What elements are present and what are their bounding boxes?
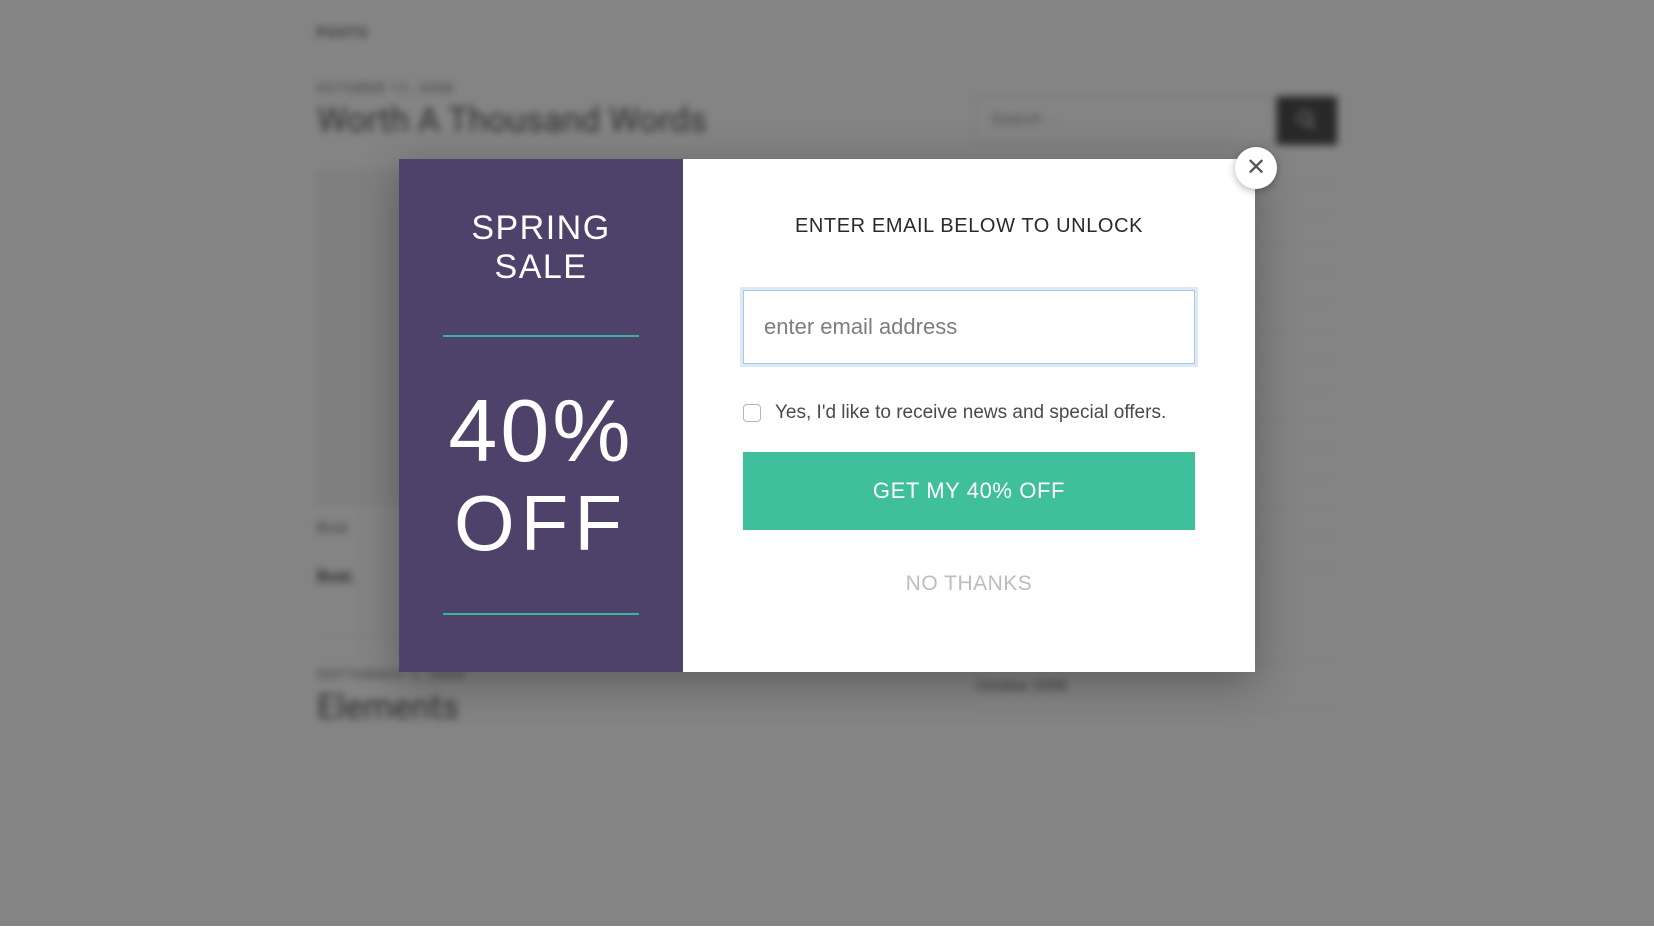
optin-checkbox[interactable]: [743, 404, 761, 422]
sale-rule-top: [443, 335, 639, 337]
email-input[interactable]: [743, 290, 1195, 364]
sale-off: OFF: [448, 483, 633, 565]
optin-label[interactable]: Yes, I'd like to receive news and specia…: [775, 402, 1166, 424]
sale-percent: 40%: [448, 385, 633, 477]
get-offer-button[interactable]: GET MY 40% OFF: [743, 452, 1195, 530]
sale-title: SPRING SALE: [423, 209, 659, 287]
promo-modal: SPRING SALE 40% OFF ENTER EMAIL BELOW TO…: [399, 159, 1255, 672]
close-icon: ✕: [1246, 156, 1266, 180]
close-button[interactable]: ✕: [1235, 147, 1277, 189]
optin-row: Yes, I'd like to receive news and specia…: [743, 402, 1195, 424]
modal-right-panel: ENTER EMAIL BELOW TO UNLOCK Yes, I'd lik…: [683, 159, 1255, 672]
modal-left-panel: SPRING SALE 40% OFF: [399, 159, 683, 672]
sale-rule-bottom: [443, 613, 639, 615]
sale-big-text: 40% OFF: [448, 385, 633, 565]
form-heading: ENTER EMAIL BELOW TO UNLOCK: [795, 215, 1143, 238]
no-thanks-button[interactable]: NO THANKS: [906, 572, 1033, 596]
